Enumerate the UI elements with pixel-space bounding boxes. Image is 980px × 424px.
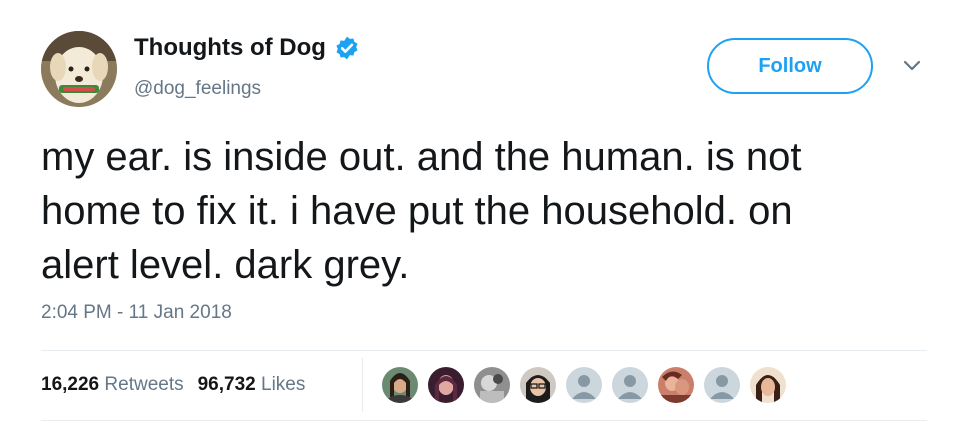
tweet-text: my ear. is inside out. and the human. is… xyxy=(41,135,802,287)
user-handle[interactable]: @dog_feelings xyxy=(134,78,261,100)
retweets-stat[interactable]: 16,226 Retweets xyxy=(41,374,184,396)
display-name-text[interactable]: Thoughts of Dog xyxy=(134,34,326,62)
liker-avatar-4[interactable] xyxy=(520,367,556,403)
divider xyxy=(41,350,927,351)
liker-avatars xyxy=(382,367,786,403)
retweets-count[interactable]: 16,226 xyxy=(41,374,99,395)
default-avatar-icon[interactable] xyxy=(612,367,648,403)
liker-avatar-3[interactable] xyxy=(474,367,510,403)
likes-label[interactable]: Likes xyxy=(261,374,305,395)
dog-avatar-icon xyxy=(41,31,117,107)
profile-avatar[interactable] xyxy=(41,31,117,107)
default-avatar-icon[interactable] xyxy=(566,367,602,403)
display-name[interactable]: Thoughts of Dog xyxy=(134,34,360,62)
divider xyxy=(41,420,927,421)
retweets-label[interactable]: Retweets xyxy=(104,374,183,395)
tweet-stats: 16,226 Retweets 96,732 Likes xyxy=(41,374,305,396)
liker-avatar-2[interactable] xyxy=(428,367,464,403)
likes-count[interactable]: 96,732 xyxy=(198,374,256,395)
verified-badge-icon xyxy=(336,36,358,60)
stats-separator xyxy=(362,358,363,412)
chevron-down-icon[interactable] xyxy=(902,58,922,74)
liker-avatar-7[interactable] xyxy=(658,367,694,403)
tweet-card: Thoughts of Dog @dog_feelings Follow my … xyxy=(0,0,980,424)
liker-avatar-9[interactable] xyxy=(750,367,786,403)
likes-stat[interactable]: 96,732 Likes xyxy=(198,374,306,396)
follow-button[interactable]: Follow xyxy=(707,38,873,94)
default-avatar-icon[interactable] xyxy=(704,367,740,403)
liker-avatar-1[interactable] xyxy=(382,367,418,403)
tweet-timestamp[interactable]: 2:04 PM - 11 Jan 2018 xyxy=(41,302,232,324)
